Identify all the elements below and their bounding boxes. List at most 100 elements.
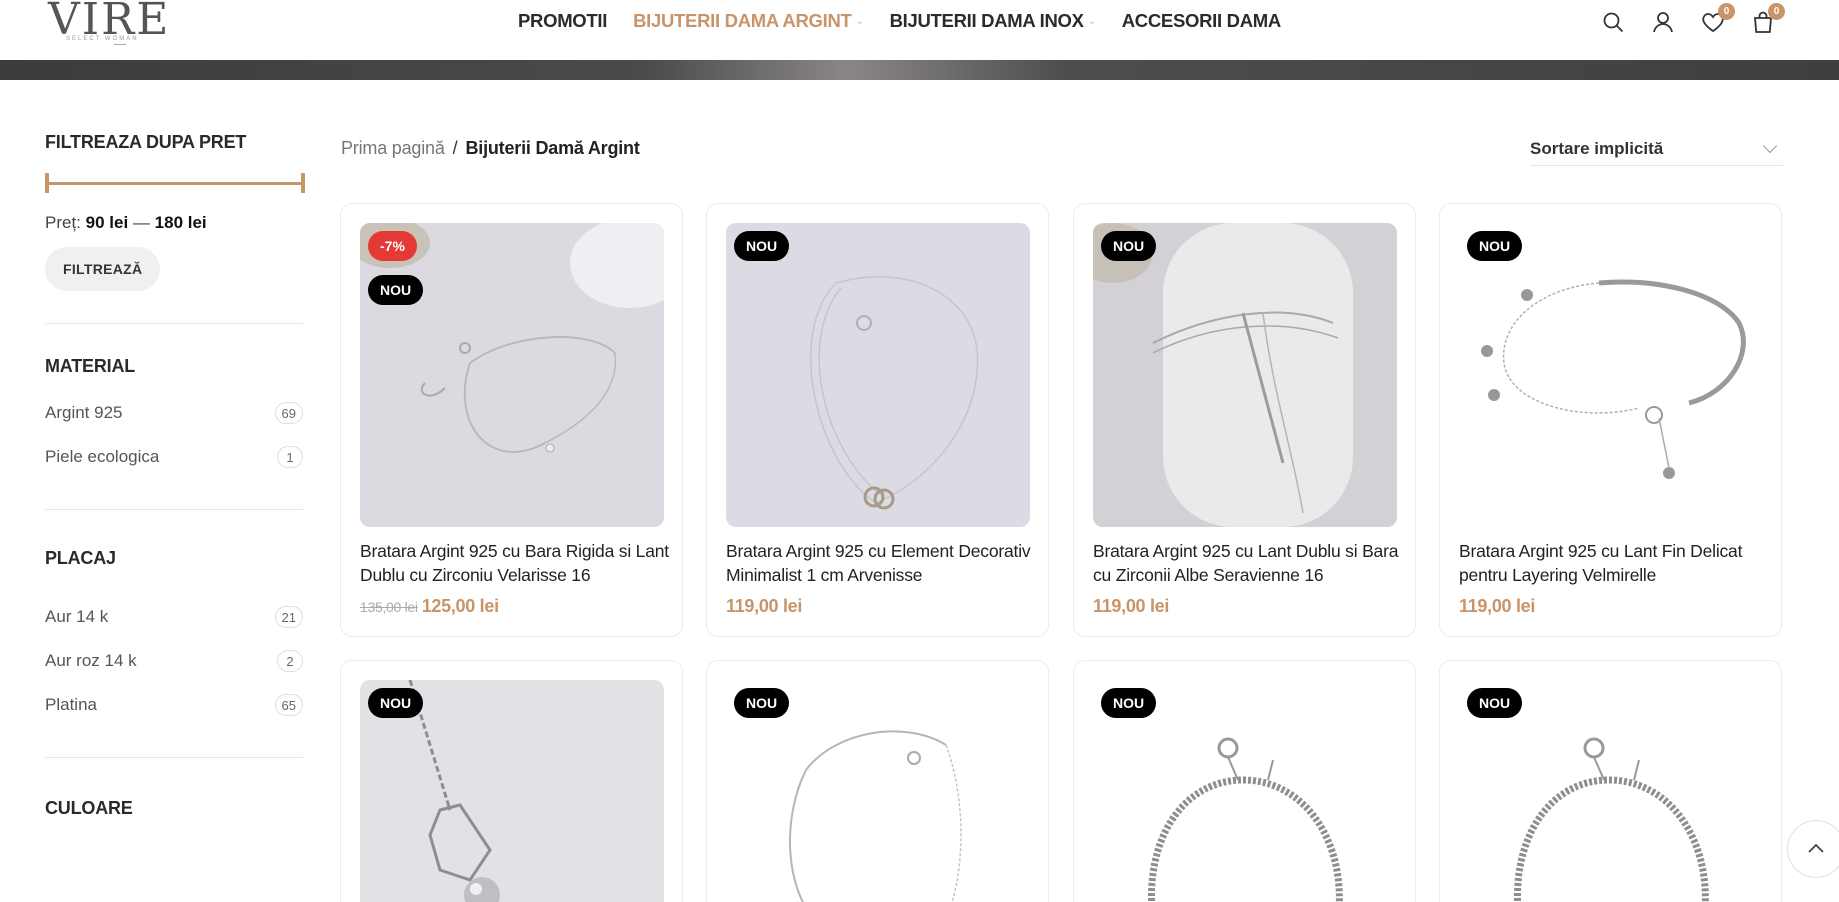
- material-list: Argint 925 69 Piele ecologica 1: [45, 391, 303, 479]
- user-icon: [1653, 12, 1673, 33]
- bracelet-image: [726, 223, 1030, 527]
- new-badge: NOU: [734, 688, 790, 718]
- widget-title: PLACAJ: [45, 548, 116, 568]
- product-card[interactable]: NOU Bratara Argint 925 cu Element Decora…: [706, 203, 1049, 637]
- site-logo[interactable]: VIRE SELECT WOMAN: [44, 0, 184, 50]
- price-range-slider[interactable]: [45, 173, 305, 193]
- product-image[interactable]: NOU: [360, 680, 664, 902]
- filter-item-argint-925[interactable]: Argint 925 69: [45, 391, 303, 435]
- new-badge: NOU: [1467, 688, 1523, 718]
- product-card[interactable]: NOU: [706, 660, 1049, 902]
- chevron-down-icon: ⌄: [1087, 15, 1096, 27]
- product-image[interactable]: NOU: [726, 680, 1030, 902]
- breadcrumb-current: Bijuterii Damă Argint: [465, 138, 640, 158]
- nav-item-accesorii-dama[interactable]: ACCESORII DAMA: [1121, 10, 1282, 32]
- price-label: Preț:: [45, 213, 81, 232]
- logo-ornament: [114, 44, 126, 48]
- product-sale-price: 119,00 lei: [726, 596, 803, 616]
- product-price: 135,00 lei 125,00 lei: [360, 596, 499, 617]
- product-price: 119,00 lei: [1459, 596, 1535, 617]
- price-dash: —: [132, 213, 150, 232]
- new-badge: NOU: [368, 688, 424, 718]
- breadcrumb: Prima pagină / Bijuterii Damă Argint: [341, 138, 640, 159]
- main-navigation: PROMOTII BIJUTERII DAMA ARGINT ⌄ BIJUTER…: [518, 8, 1307, 34]
- product-sale-price: 125,00 lei: [421, 596, 499, 616]
- cart-count-badge: 0: [1768, 3, 1785, 20]
- filter-item-piele-ecologica[interactable]: Piele ecologica 1: [45, 435, 303, 479]
- nav-item-bijuterii-dama-inox[interactable]: BIJUTERII DAMA INOX ⌄: [890, 10, 1096, 32]
- product-card[interactable]: NOU: [1073, 660, 1416, 902]
- filter-item-label: Argint 925: [45, 403, 123, 422]
- scroll-to-top-button[interactable]: [1787, 820, 1839, 878]
- bracelet-image: [1459, 223, 1763, 527]
- product-image[interactable]: NOU: [1093, 680, 1397, 902]
- new-badge: NOU: [1101, 688, 1157, 718]
- nav-item-label: ACCESORII DAMA: [1121, 10, 1282, 31]
- material-filter-widget: MATERIAL Argint 925 69 Piele ecologica 1: [45, 356, 303, 479]
- widget-title: CULOARE: [45, 798, 133, 818]
- nav-item-bijuterii-dama-argint[interactable]: BIJUTERII DAMA ARGINT ⌄: [633, 10, 864, 32]
- account-button[interactable]: [1647, 6, 1679, 38]
- filter-item-aur-14k[interactable]: Aur 14 k 21: [45, 595, 303, 639]
- divider: [45, 757, 303, 758]
- discount-badge: -7%: [368, 231, 417, 261]
- filter-item-platina[interactable]: Platina 65: [45, 683, 303, 727]
- nav-item-label: BIJUTERII DAMA ARGINT: [633, 10, 852, 31]
- cart-button[interactable]: 0: [1747, 3, 1785, 38]
- search-button[interactable]: [1597, 6, 1629, 38]
- slider-track: [45, 182, 305, 185]
- chevron-down-icon: ⌄: [855, 15, 864, 27]
- product-card[interactable]: NOU Bratara Argint 925 cu Lant Fin Delic…: [1439, 203, 1782, 637]
- product-card[interactable]: NOU: [340, 660, 683, 902]
- divider: [45, 509, 303, 510]
- filter-item-label: Aur 14 k: [45, 607, 109, 626]
- logo-tagline: SELECT WOMAN: [66, 36, 139, 42]
- widget-title: MATERIAL: [45, 356, 136, 376]
- product-card[interactable]: NOU: [1439, 660, 1782, 902]
- product-image[interactable]: NOU: [1459, 223, 1763, 527]
- product-title[interactable]: Bratara Argint 925 cu Lant Fin Delicat p…: [1459, 539, 1769, 587]
- filter-button[interactable]: FILTREAZĂ: [45, 247, 161, 291]
- product-grid: -7% NOU Bratara Argint 925 cu Bara Rigid…: [340, 203, 1785, 902]
- product-price: 119,00 lei: [726, 596, 802, 617]
- new-badge: NOU: [1101, 231, 1157, 261]
- filter-sidebar: FILTREAZA DUPA PRET Preț: 90 lei — 180 l…: [45, 132, 305, 819]
- product-card[interactable]: -7% NOU Bratara Argint 925 cu Bara Rigid…: [340, 203, 683, 637]
- product-title[interactable]: Bratara Argint 925 cu Bara Rigida si Lan…: [360, 539, 670, 587]
- slider-handle-min[interactable]: [45, 173, 49, 193]
- wishlist-count-badge: 0: [1718, 3, 1735, 20]
- product-title[interactable]: Bratara Argint 925 cu Element Decorativ …: [726, 539, 1036, 587]
- placaj-list: Aur 14 k 21 Aur roz 14 k 2 Platina 65: [45, 595, 303, 727]
- bracelet-image: [1093, 223, 1397, 527]
- price-min: 90 lei: [85, 213, 129, 232]
- filter-item-aur-roz-14k[interactable]: Aur roz 14 k 2: [45, 639, 303, 683]
- nav-item-promotii[interactable]: PROMOTII: [518, 10, 607, 32]
- sort-selected-value: Sortare implicită: [1530, 139, 1664, 158]
- filter-item-count: 65: [274, 694, 303, 716]
- chevron-down-icon: [1762, 138, 1778, 154]
- product-image[interactable]: NOU: [726, 223, 1030, 527]
- divider: [45, 323, 303, 324]
- wishlist-button[interactable]: 0: [1697, 3, 1735, 38]
- new-badge: NOU: [1467, 231, 1523, 261]
- widget-title: FILTREAZA DUPA PRET: [45, 132, 247, 152]
- price-max: 180 lei: [154, 213, 207, 232]
- price-range-text: Preț: 90 lei — 180 lei: [45, 213, 303, 233]
- product-sale-price: 119,00 lei: [1459, 596, 1536, 616]
- bracelet-image: [360, 223, 664, 527]
- product-image[interactable]: -7% NOU: [360, 223, 664, 527]
- price-filter-widget: FILTREAZA DUPA PRET Preț: 90 lei — 180 l…: [45, 132, 305, 291]
- nav-item-label: PROMOTII: [518, 10, 608, 31]
- product-image[interactable]: NOU: [1459, 680, 1763, 902]
- slider-handle-max[interactable]: [301, 173, 305, 193]
- product-card[interactable]: NOU Bratara Argint 925 cu Lant Dublu si …: [1073, 203, 1416, 637]
- product-image[interactable]: NOU: [1093, 223, 1397, 527]
- breadcrumb-home-link[interactable]: Prima pagină: [341, 138, 445, 158]
- product-price: 119,00 lei: [1093, 596, 1169, 617]
- sort-select[interactable]: Sortare implicită: [1530, 134, 1783, 166]
- new-badge: NOU: [368, 275, 424, 305]
- product-title[interactable]: Bratara Argint 925 cu Lant Dublu si Bara…: [1093, 539, 1403, 587]
- nav-item-label: BIJUTERII DAMA INOX: [889, 10, 1084, 31]
- filter-item-count: 69: [274, 402, 303, 424]
- filter-item-count: 21: [274, 606, 303, 628]
